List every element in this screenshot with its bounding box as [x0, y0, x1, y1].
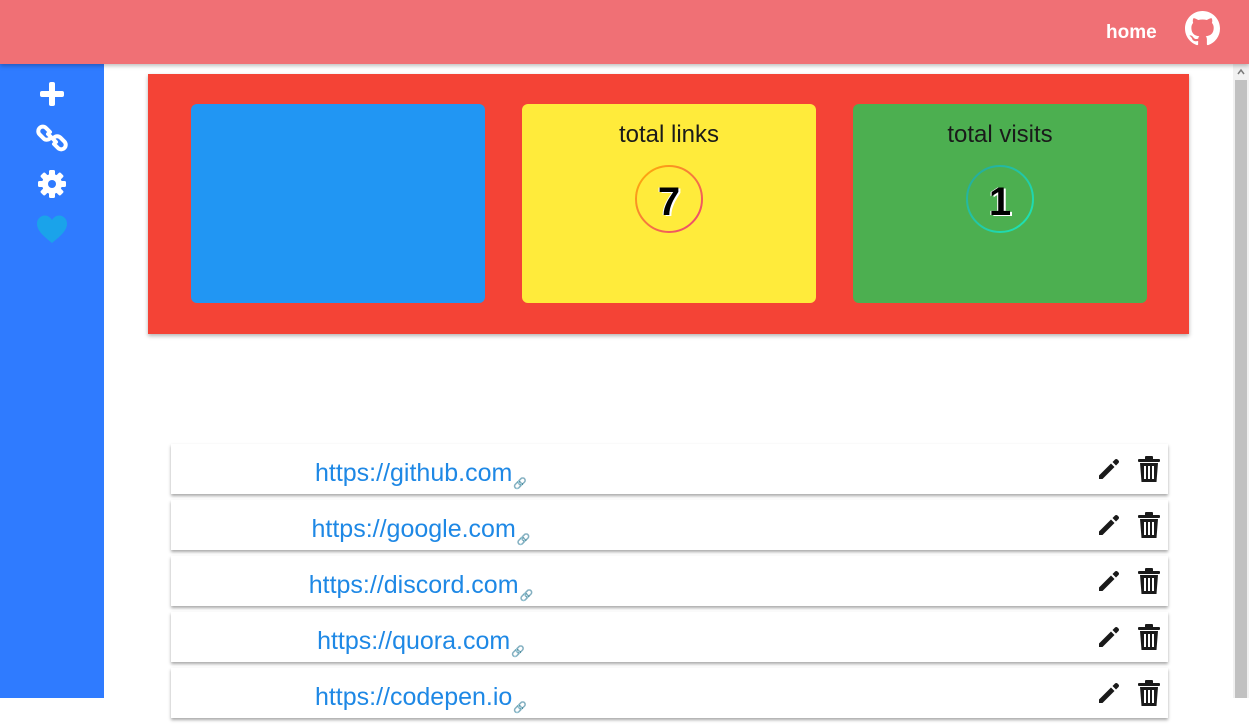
link-url[interactable]: https://github.com🔗: [171, 459, 671, 490]
edit-icon[interactable]: [1096, 624, 1122, 650]
delete-icon[interactable]: [1137, 680, 1161, 707]
link-glyph-icon: 🔗: [513, 478, 528, 490]
plus-icon[interactable]: [36, 78, 68, 110]
total-visits-value: 1: [988, 180, 1012, 224]
link-url-text[interactable]: https://discord.com: [309, 571, 519, 599]
delete-icon[interactable]: [1137, 456, 1161, 483]
home-link[interactable]: home: [1106, 22, 1157, 44]
edit-icon[interactable]: [1096, 456, 1122, 482]
gear-icon[interactable]: [36, 168, 68, 200]
link-glyph-icon: 🔗: [516, 534, 531, 546]
total-links-label: total links: [618, 121, 720, 148]
delete-icon[interactable]: [1137, 512, 1161, 539]
top-navbar: home: [0, 0, 1249, 64]
link-url[interactable]: https://codepen.io🔗: [171, 683, 671, 714]
link-glyph-icon: 🔗: [511, 646, 525, 658]
scrollbar-thumb[interactable]: [1235, 80, 1247, 698]
link-url-text[interactable]: https://google.com: [312, 515, 516, 543]
link-row: https://discord.com🔗: [171, 556, 1168, 606]
stats-panel: total links 7 total visits 1: [148, 74, 1189, 334]
edit-icon[interactable]: [1096, 680, 1122, 706]
link-icon[interactable]: [36, 122, 68, 154]
link-row: https://codepen.io🔗: [171, 668, 1168, 718]
scroll-up-arrow-icon[interactable]: [1237, 68, 1245, 76]
sidebar: [0, 64, 104, 698]
link-row: https://github.com🔗: [171, 444, 1168, 494]
link-url[interactable]: https://discord.com🔗: [171, 571, 671, 602]
link-url-text[interactable]: https://codepen.io: [315, 683, 512, 711]
link-list: https://github.com🔗 https://google.com🔗 ht…: [171, 444, 1168, 724]
edit-icon[interactable]: [1096, 512, 1122, 538]
link-url-text[interactable]: https://quora.com: [317, 627, 510, 655]
delete-icon[interactable]: [1137, 568, 1161, 595]
link-glyph-icon: 🔗: [519, 590, 534, 602]
total-links-value: 7: [657, 180, 681, 224]
link-url[interactable]: https://google.com🔗: [171, 515, 671, 546]
total-links-card: total links 7: [522, 104, 816, 303]
link-row: https://quora.com🔗: [171, 612, 1168, 662]
github-icon[interactable]: [1185, 11, 1220, 46]
stats-card-blank: [191, 104, 485, 303]
link-url-text[interactable]: https://github.com: [315, 459, 512, 487]
link-url[interactable]: https://quora.com🔗: [171, 627, 671, 658]
link-glyph-icon: 🔗: [513, 702, 528, 714]
edit-icon[interactable]: [1096, 568, 1122, 594]
scrollbar[interactable]: [1233, 64, 1249, 698]
heart-icon[interactable]: [36, 214, 68, 246]
total-visits-card: total visits 1: [853, 104, 1147, 303]
delete-icon[interactable]: [1137, 624, 1161, 651]
total-visits-label: total visits: [947, 121, 1053, 148]
link-row: https://google.com🔗: [171, 500, 1168, 550]
